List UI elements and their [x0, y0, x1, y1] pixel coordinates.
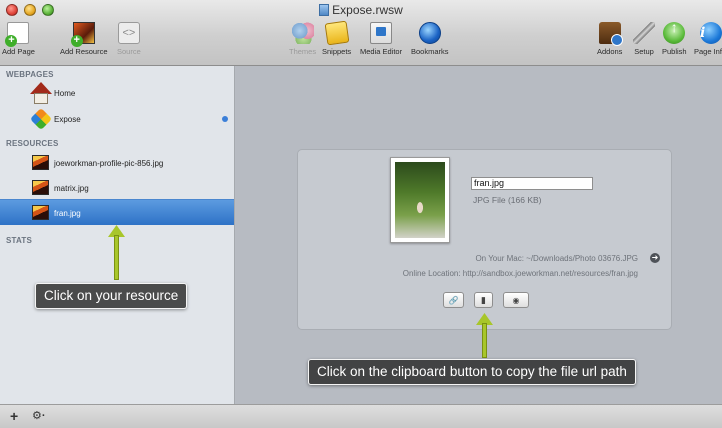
unpublished-indicator — [222, 116, 228, 122]
image-thumbnail-icon — [32, 155, 49, 170]
document-icon — [319, 4, 330, 16]
stats-header: STATS — [6, 236, 33, 245]
expose-stack-icon — [29, 107, 53, 131]
arrow-up-indicator — [108, 225, 125, 280]
local-path-label: On Your Mac: ~/Downloads/Photo 03676.JPG — [475, 254, 638, 263]
link-button[interactable]: 🔗 — [443, 292, 464, 308]
add-page-button[interactable]: Add Page — [2, 22, 35, 56]
online-location-label: Online Location: http://sandbox.joeworkm… — [402, 269, 638, 278]
page-info-button[interactable]: i Page Info — [694, 22, 722, 56]
snippets-icon — [324, 20, 350, 46]
link-icon: 🔗 — [448, 296, 459, 305]
app-window: Expose.rwsw Add Page Add Resource <> Sou… — [0, 0, 722, 428]
sidebar: WEBPAGES Home Expose RESOURCES joeworkma… — [0, 66, 235, 404]
source-button[interactable]: <> Source — [117, 22, 141, 56]
eye-icon: ◉ — [512, 296, 520, 305]
preview-button[interactable]: ◉ — [503, 292, 529, 308]
arrow-up-indicator — [476, 313, 493, 358]
themes-button[interactable]: Themes — [289, 22, 316, 56]
media-editor-button[interactable]: Media Editor — [360, 22, 402, 56]
publish-cloud-icon — [663, 22, 686, 44]
sidebar-item-resource[interactable]: matrix.jpg — [0, 175, 234, 201]
sidebar-item-resource-selected[interactable]: fran.jpg — [0, 199, 234, 225]
source-code-icon: <> — [117, 22, 140, 44]
webpages-header: WEBPAGES — [6, 70, 54, 79]
snippets-button[interactable]: Snippets — [322, 20, 351, 56]
sidebar-item-home[interactable]: Home — [0, 80, 234, 106]
resources-header: RESOURCES — [6, 139, 59, 148]
gear-menu-button[interactable]: ⚙· — [32, 409, 46, 423]
home-icon — [30, 82, 52, 104]
setup-button[interactable]: Setup — [633, 22, 655, 56]
info-icon: i — [700, 22, 722, 44]
file-name-field[interactable]: fran.jpg — [471, 177, 593, 190]
main-content: fran.jpg JPG File (166 KB) On Your Mac: … — [236, 66, 722, 404]
sidebar-item-resource[interactable]: joeworkman-profile-pic-856.jpg — [0, 150, 234, 176]
globe-icon — [418, 22, 441, 44]
clipboard-button[interactable]: ▮ — [474, 292, 493, 308]
callout-resource: Click on your resource — [35, 283, 188, 309]
file-type-label: JPG File (166 KB) — [473, 195, 542, 205]
callout-clipboard: Click on the clipboard button to copy th… — [308, 359, 636, 385]
add-page-icon — [5, 22, 30, 47]
addons-icon — [598, 22, 623, 46]
window-title: Expose.rwsw — [0, 2, 722, 18]
image-thumbnail-icon — [32, 205, 49, 220]
add-resource-button[interactable]: Add Resource — [60, 22, 108, 56]
themes-icon — [291, 22, 314, 44]
reveal-arrow-icon[interactable]: ➜ — [650, 253, 660, 263]
resource-preview-image — [390, 157, 450, 243]
add-item-button[interactable]: + — [10, 409, 18, 423]
media-editor-icon — [370, 22, 393, 44]
addons-button[interactable]: Addons — [597, 22, 623, 56]
bookmarks-button[interactable]: Bookmarks — [411, 22, 449, 56]
publish-button[interactable]: Publish — [662, 22, 687, 56]
toolbar: Expose.rwsw Add Page Add Resource <> Sou… — [0, 0, 722, 66]
bottom-bar: + ⚙· — [0, 404, 722, 428]
wrench-icon — [633, 22, 655, 44]
resource-panel: fran.jpg JPG File (166 KB) On Your Mac: … — [297, 149, 672, 330]
add-resource-icon — [70, 22, 95, 47]
sidebar-item-expose[interactable]: Expose — [0, 106, 234, 132]
image-thumbnail-icon — [32, 180, 49, 195]
clipboard-icon: ▮ — [481, 295, 486, 305]
